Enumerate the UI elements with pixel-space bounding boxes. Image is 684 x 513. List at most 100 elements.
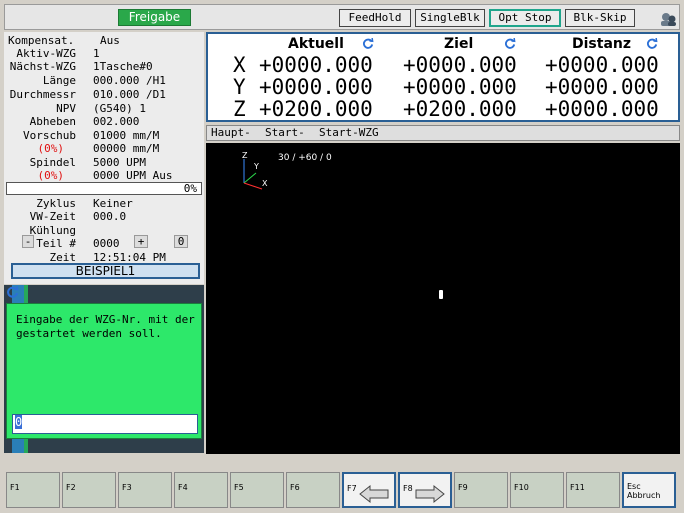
tool-number-dialog: Eingabe der WZG-Nr. mit der gestartet we…	[6, 303, 202, 439]
refresh-icon[interactable]	[646, 38, 658, 50]
aktuell-value: +0000.000	[259, 75, 373, 99]
teil-count-field[interactable]: 0	[174, 235, 188, 248]
abheben-value: 002.000	[93, 115, 140, 128]
f8-label: F8	[403, 484, 413, 493]
f5-label: F5	[234, 483, 244, 492]
tool-position-marker	[439, 290, 443, 299]
program-name[interactable]: BEISPIEL1	[11, 263, 200, 279]
dro-header-distanz: Distanz	[572, 36, 632, 52]
arrow-left-icon	[359, 484, 389, 504]
refresh-icon[interactable]	[362, 38, 374, 50]
f4-button[interactable]: F4	[174, 472, 228, 508]
user-icon[interactable]	[659, 11, 677, 27]
arrow-right-icon	[415, 484, 445, 504]
status-toolbar: Freigabe FeedHold SingleBlk Opt Stop Blk…	[4, 4, 680, 30]
axis-label: Y	[233, 75, 246, 99]
dro-row-y: Y +0000.000 +0000.000 +0000.000	[208, 76, 678, 98]
freigabe-indicator[interactable]: Freigabe	[118, 9, 191, 26]
npv-value: (G540) 1	[93, 102, 146, 115]
axis-z-label: Z	[242, 151, 248, 160]
vwzeit-row: VW-Zeit 000.0	[4, 210, 204, 223]
teil-increment-button[interactable]: +	[134, 235, 148, 248]
durchmesser-value: 010.000 /D1	[93, 88, 166, 101]
f6-label: F6	[290, 483, 300, 492]
vorschub-override-value: 00000 mm/M	[93, 142, 160, 155]
singleblock-button[interactable]: SingleBlk	[415, 9, 485, 27]
esc-label: Esc	[627, 482, 641, 491]
ziel-value: +0200.000	[403, 97, 517, 121]
naechst-wzg-value: 1Tasche#0	[93, 60, 153, 73]
durchmesser-row: Durchmessr 010.000 /D1	[4, 88, 204, 101]
teil-value: 0000	[93, 237, 120, 250]
laenge-value: 000.000 /H1	[93, 74, 166, 87]
kompensation-label: Kompensat.	[8, 34, 75, 47]
program-progress-bar: 0%	[6, 182, 202, 195]
zyklus-value: Keiner	[93, 197, 133, 210]
toolpath-view[interactable]: Z Y X 30 / +60 / 0	[206, 143, 680, 454]
view-angles: 30 / +60 / 0	[278, 153, 332, 163]
f5-button[interactable]: F5	[230, 472, 284, 508]
npv-row: NPV (G540) 1	[4, 102, 204, 115]
naechst-wzg-label: Nächst-WZG	[9, 60, 76, 73]
optional-stop-button[interactable]: Opt Stop	[489, 9, 561, 27]
spindel-override-row: (0%) 0000 UPM Aus	[4, 169, 204, 182]
ziel-value: +0000.000	[403, 53, 517, 77]
laenge-label: Länge	[42, 74, 76, 87]
block-skip-button[interactable]: Blk-Skip	[565, 9, 635, 27]
vorschub-row: Vorschub 01000 mm/M	[4, 129, 204, 142]
axis-label: Z	[233, 97, 246, 121]
f8-button[interactable]: F8	[398, 472, 452, 508]
vorschub-override-row: (0%) 00000 mm/M	[4, 142, 204, 155]
function-key-bar: F1 F2 F3 F4 F5 F6 F7 F8 F9 F10 F11 Esc A…	[4, 472, 680, 510]
kompensation-value: Aus	[100, 34, 120, 47]
refresh-icon[interactable]	[504, 38, 516, 50]
vorschub-label: Vorschub	[23, 129, 76, 142]
npv-label: NPV	[56, 102, 76, 115]
axis-y-label: Y	[253, 162, 259, 171]
distanz-value: +0000.000	[545, 97, 659, 121]
f11-button[interactable]: F11	[566, 472, 620, 508]
f3-button[interactable]: F3	[118, 472, 172, 508]
f9-label: F9	[458, 483, 468, 492]
tab-start[interactable]: Start-	[265, 126, 305, 140]
zyklus-label: Zyklus	[36, 197, 76, 210]
tab-start-wzg[interactable]: Start-WZG	[319, 126, 379, 140]
position-display: Aktuell Ziel Distanz X +0000.000 +0000.0…	[206, 32, 680, 122]
zyklus-row: Zyklus Keiner	[4, 197, 204, 210]
f2-button[interactable]: F2	[62, 472, 116, 508]
distanz-value: +0000.000	[545, 75, 659, 99]
f6-button[interactable]: F6	[286, 472, 340, 508]
f9-button[interactable]: F9	[454, 472, 508, 508]
spindel-value: 5000 UPM	[93, 156, 146, 169]
dro-header-aktuell: Aktuell	[288, 36, 344, 52]
f10-button[interactable]: F10	[510, 472, 564, 508]
aktuell-value: +0000.000	[259, 53, 373, 77]
f3-label: F3	[122, 483, 132, 492]
dro-row-z: Z +0200.000 +0200.000 +0000.000	[208, 98, 678, 120]
input-value: 0	[15, 415, 23, 429]
laenge-row: Länge 000.000 /H1	[4, 74, 204, 87]
refresh-icon[interactable]	[6, 286, 19, 299]
f7-button[interactable]: F7	[342, 472, 396, 508]
kompensation-row: Kompensat. Aus	[4, 34, 204, 47]
teil-label: Teil #	[36, 237, 76, 250]
esc-abbruch-button[interactable]: Esc Abbruch	[622, 472, 676, 508]
aktiv-wzg-value: 1	[93, 47, 100, 60]
spindel-override-value: 0000 UPM Aus	[93, 169, 173, 182]
feedhold-button[interactable]: FeedHold	[339, 9, 411, 27]
kuehlung-label: Kühlung	[29, 224, 76, 237]
teil-decrement-button[interactable]: -	[22, 235, 34, 248]
f10-label: F10	[514, 483, 529, 492]
spindel-label: Spindel	[29, 156, 76, 169]
aktiv-wzg-row: Aktiv-WZG 1	[4, 47, 204, 60]
spindel-row: Spindel 5000 UPM	[4, 156, 204, 169]
f1-button[interactable]: F1	[6, 472, 60, 508]
aktuell-value: +0200.000	[259, 97, 373, 121]
tab-haupt[interactable]: Haupt-	[211, 126, 251, 140]
abheben-row: Abheben 002.000	[4, 115, 204, 128]
progress-percent: 0%	[183, 182, 197, 195]
ziel-value: +0000.000	[403, 75, 517, 99]
durchmesser-label: Durchmessr	[9, 88, 76, 101]
dialog-message: Eingabe der WZG-Nr. mit der gestartet we…	[16, 313, 195, 340]
tool-number-input[interactable]: 0	[12, 414, 198, 434]
